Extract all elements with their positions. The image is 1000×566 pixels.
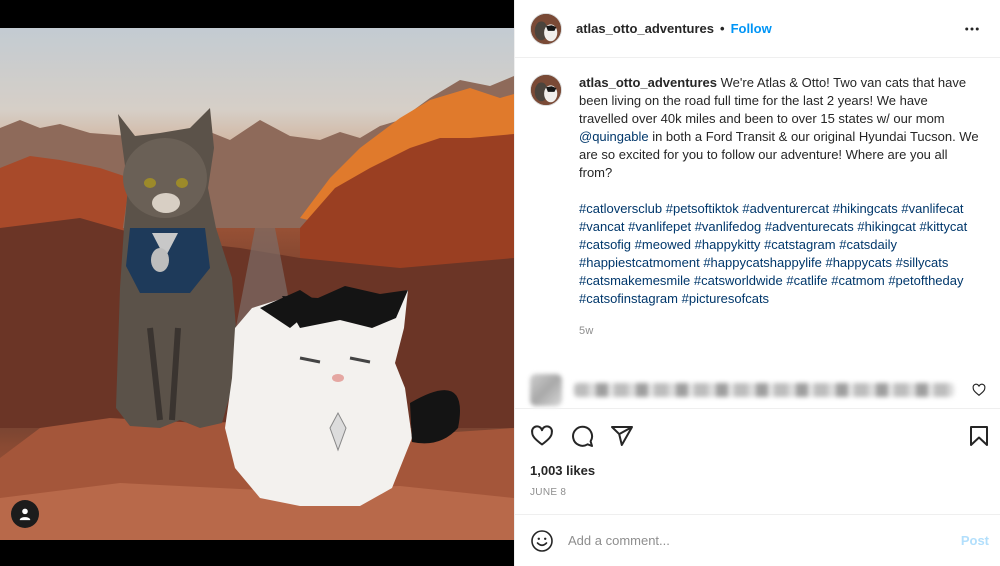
- hashtag-link[interactable]: #catsofig: [579, 237, 631, 252]
- user-tag-icon: [19, 508, 31, 521]
- save-button[interactable]: [967, 424, 991, 448]
- caption: atlas_otto_adventures We're Atlas & Otto…: [530, 74, 984, 340]
- engagement-section: 1,003 likes JUNE 8: [515, 408, 1000, 498]
- hashtag-link[interactable]: #vanlifedog: [695, 219, 762, 234]
- caption-time[interactable]: 5w: [579, 322, 979, 340]
- hashtag-link[interactable]: #vanlifepet: [628, 219, 691, 234]
- hashtag-link[interactable]: #petsoftiktok: [666, 201, 739, 216]
- share-button[interactable]: [610, 424, 634, 448]
- hashtag-link[interactable]: #catsmakemesmile: [579, 273, 690, 288]
- separator-dot: •: [720, 21, 725, 36]
- post-modal: atlas_otto_adventures • Follow atlas_ott…: [0, 0, 1000, 566]
- header-username[interactable]: atlas_otto_adventures: [576, 21, 714, 36]
- action-bar: [515, 409, 1000, 463]
- post-sidebar: atlas_otto_adventures • Follow atlas_ott…: [514, 0, 1000, 566]
- comment-input[interactable]: [568, 533, 951, 548]
- caption-text: atlas_otto_adventures We're Atlas & Otto…: [579, 74, 979, 182]
- caption-avatar[interactable]: [530, 74, 562, 106]
- post-photo[interactable]: [0, 28, 514, 540]
- caption-username[interactable]: atlas_otto_adventures: [579, 75, 717, 90]
- blurred-avatar: [530, 374, 562, 406]
- hashtag-list: #catloversclub #petsoftiktok #adventurer…: [579, 200, 979, 308]
- comment-heart-icon[interactable]: [972, 383, 986, 397]
- follow-button[interactable]: Follow: [731, 21, 772, 36]
- more-horizontal-icon: [965, 27, 979, 30]
- add-comment-bar: Post: [515, 514, 1000, 566]
- hashtag-link[interactable]: #hikingcats: [833, 201, 898, 216]
- hashtag-link[interactable]: #happycats: [825, 255, 892, 270]
- hashtag-link[interactable]: #kittycat: [920, 219, 968, 234]
- hashtag-link[interactable]: #petoftheday: [888, 273, 963, 288]
- user-tag-button[interactable]: [11, 500, 39, 528]
- hashtag-link[interactable]: #happycatshappylife: [703, 255, 822, 270]
- bookmark-icon: [970, 426, 988, 446]
- hashtag-link[interactable]: #picturesofcats: [682, 291, 769, 306]
- heart-icon: [531, 425, 553, 446]
- blurred-comment-text: [574, 383, 954, 397]
- hashtag-link[interactable]: #vanlifecat: [901, 201, 963, 216]
- hashtag-link[interactable]: #happiestcatmoment: [579, 255, 700, 270]
- avatar-image: [531, 13, 561, 44]
- post-media: [0, 0, 514, 566]
- more-options-button[interactable]: [960, 17, 984, 41]
- like-button[interactable]: [530, 424, 554, 448]
- hashtag-link[interactable]: #meowed: [635, 237, 691, 252]
- post-header: atlas_otto_adventures • Follow: [515, 0, 1000, 58]
- comment-button[interactable]: [570, 424, 594, 448]
- hashtag-link[interactable]: #catloversclub: [579, 201, 662, 216]
- hashtag-link[interactable]: #catmom: [831, 273, 884, 288]
- hashtag-link[interactable]: #catstagram: [764, 237, 836, 252]
- hashtag-link[interactable]: #adventurercat: [742, 201, 829, 216]
- post-comment-button[interactable]: Post: [961, 533, 989, 548]
- hashtag-link[interactable]: #hikingcat: [857, 219, 916, 234]
- caption-body: atlas_otto_adventures We're Atlas & Otto…: [579, 74, 979, 340]
- hashtag-link[interactable]: #adventurecats: [765, 219, 854, 234]
- blurred-comment: [515, 372, 1000, 408]
- mention-link[interactable]: @quingable: [579, 129, 649, 144]
- hashtag-link[interactable]: #happykitty: [695, 237, 761, 252]
- post-date[interactable]: JUNE 8: [515, 487, 1000, 498]
- comment-icon: [572, 425, 594, 447]
- avatar[interactable]: [530, 12, 562, 45]
- hashtag-link[interactable]: #sillycats: [896, 255, 949, 270]
- likes-count[interactable]: 1,003 likes: [515, 463, 1000, 481]
- share-icon: [611, 426, 633, 446]
- hashtag-link[interactable]: #catsworldwide: [694, 273, 783, 288]
- emoji-icon[interactable]: [530, 529, 554, 553]
- hashtag-link[interactable]: #catlife: [786, 273, 827, 288]
- avatar-image: [531, 75, 561, 105]
- hashtag-link[interactable]: #catsdaily: [839, 237, 897, 252]
- hashtag-link[interactable]: #catsofinstagram: [579, 291, 678, 306]
- photo-illustration: [0, 76, 514, 540]
- hashtag-link[interactable]: #vancat: [579, 219, 625, 234]
